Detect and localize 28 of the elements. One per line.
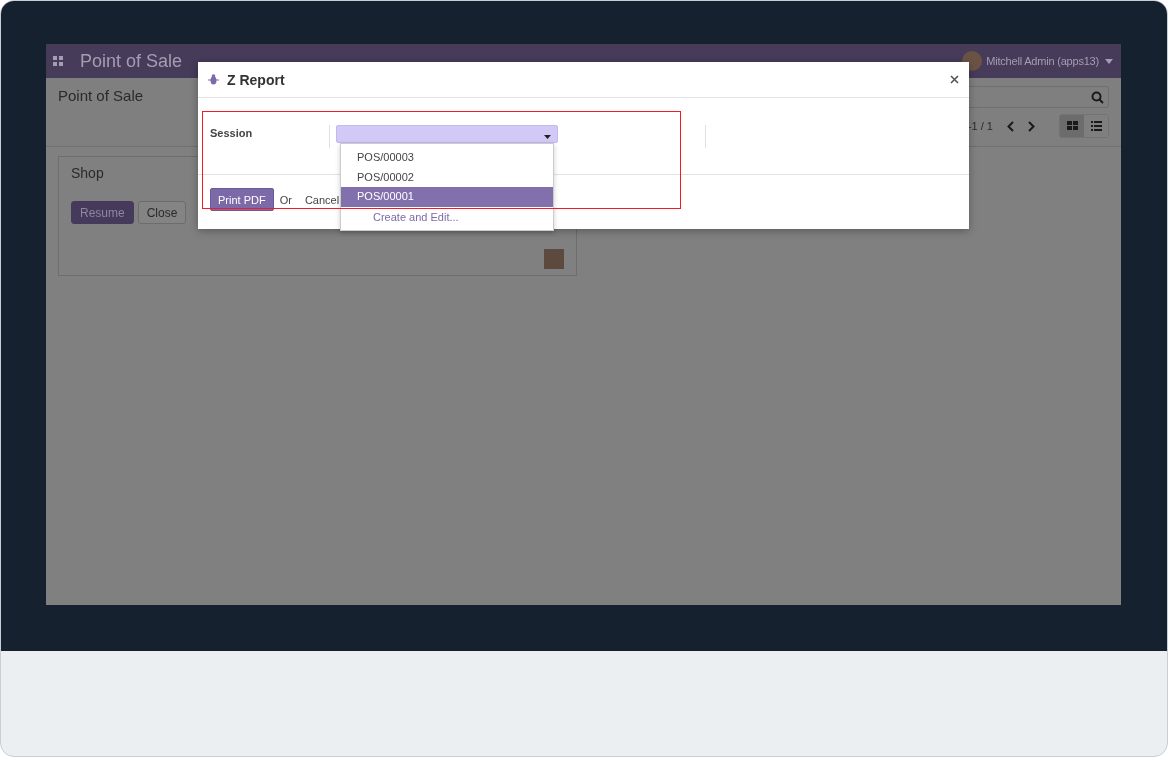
avatar-placeholder (544, 249, 564, 269)
cancel-link[interactable]: Cancel (304, 193, 340, 206)
create-and-edit-link[interactable]: Create and Edit... (341, 206, 553, 230)
close-button[interactable]: Close (137, 201, 187, 224)
bug-icon (208, 74, 219, 85)
pager-value: -1 / 1 (967, 120, 993, 132)
search-icon (1091, 90, 1104, 104)
user-name[interactable]: Mitchell Admin (apps13) (986, 55, 1099, 67)
chevron-left-icon[interactable] (1007, 120, 1014, 132)
dropdown-option[interactable]: POS/00002 (341, 167, 553, 187)
close-icon[interactable] (950, 75, 959, 84)
kanban-view-button[interactable] (1060, 115, 1084, 137)
chevron-right-icon[interactable] (1028, 120, 1035, 132)
dropdown-option[interactable]: POS/00001 (341, 187, 553, 207)
dialog-title: Z Report (227, 71, 285, 88)
print-pdf-button[interactable]: Print PDF (210, 188, 274, 211)
dropdown-option[interactable]: POS/00003 (341, 148, 553, 168)
grid-icon (1066, 121, 1078, 131)
card-title: Shop (71, 165, 104, 181)
app-title: Point of Sale (80, 50, 183, 72)
field-label: Session (209, 127, 254, 141)
or-text: Or (279, 193, 292, 206)
resume-button[interactable]: Resume (71, 201, 134, 224)
caret-icon (1105, 58, 1113, 64)
breadcrumb[interactable]: Point of Sale (58, 87, 144, 146)
caret-icon (544, 135, 551, 139)
list-icon (1090, 121, 1102, 131)
apps-menu-icon[interactable] (52, 55, 64, 67)
